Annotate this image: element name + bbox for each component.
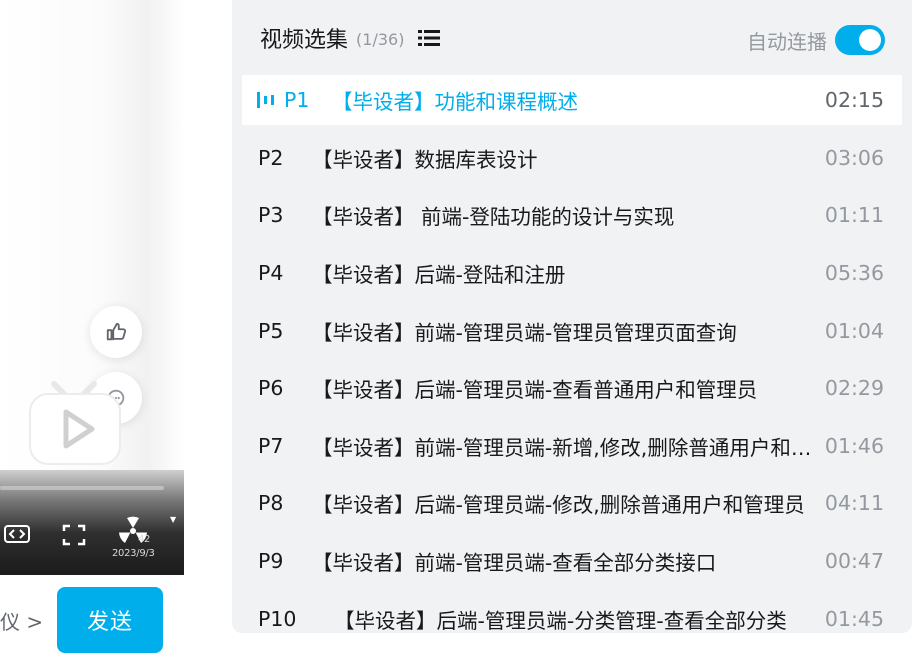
- episode-duration: 03:06: [824, 145, 884, 170]
- episode-number: P1: [284, 88, 310, 112]
- episode-duration: 04:11: [824, 491, 884, 516]
- progress-bar[interactable]: [0, 486, 164, 490]
- playlist-count: (1/36): [356, 30, 405, 49]
- fullscreen-icon: [62, 524, 86, 546]
- episode-item[interactable]: P3 【毕设者】 前端-登陆功能的设计与实现 01:11: [242, 187, 902, 245]
- video-player[interactable]: ▼ 42 2023/9/3: [0, 0, 184, 575]
- episode-number: P5: [258, 318, 284, 343]
- toggle-knob: [859, 29, 881, 51]
- playlist-title: 视频选集: [260, 28, 349, 53]
- episode-title: 【毕设者】后端-管理员端-分类管理-查看全部分类: [334, 608, 787, 633]
- episode-item-active[interactable]: P1 【毕设者】功能和课程概述 02:15: [242, 75, 902, 125]
- autoplay-toggle[interactable]: [835, 25, 885, 55]
- episode-title: 【毕设者】 前端-登陆功能的设计与实现: [312, 205, 675, 230]
- episode-number: P4: [258, 260, 284, 285]
- hint-text: 仪 >: [0, 609, 44, 634]
- episode-duration: 02:29: [824, 376, 884, 401]
- episode-item[interactable]: P7 【毕设者】前端-管理员端-新增,修改,删除普通用户和管理员 01:46: [242, 417, 902, 475]
- thumbs-up-icon: [106, 322, 127, 341]
- episode-title: 【毕设者】功能和课程概述: [332, 90, 578, 114]
- episode-title: 【毕设者】后端-登陆和注册: [312, 262, 566, 287]
- fullscreen-button[interactable]: [60, 522, 88, 548]
- episode-item[interactable]: P6 【毕设者】后端-管理员端-查看普通用户和管理员 02:29: [242, 359, 902, 417]
- episode-item[interactable]: P4 【毕设者】后端-登陆和注册 05:36: [242, 244, 902, 302]
- episode-title: 【毕设者】前端-管理员端-管理员管理页面查询: [312, 320, 737, 345]
- episode-duration: 01:45: [824, 606, 884, 631]
- episode-list: P1 【毕设者】功能和课程概述 02:15 P2 【毕设者】数据库表设计 03:…: [242, 75, 902, 633]
- episode-item[interactable]: P10 【毕设者】后端-管理员端-分类管理-查看全部分类 01:45: [242, 590, 902, 633]
- episode-number: P9: [258, 548, 284, 573]
- episode-duration: 02:15: [824, 88, 884, 112]
- like-button[interactable]: [90, 306, 142, 358]
- episode-number: P8: [258, 491, 284, 516]
- autoplay-control: 自动连播: [747, 24, 885, 56]
- code-icon: [4, 525, 30, 543]
- overlay-number: 42: [138, 534, 151, 545]
- episode-title: 【毕设者】前端-管理员端-查看全部分类接口: [312, 550, 717, 575]
- episode-title: 【毕设者】后端-管理员端-修改,删除普通用户和管理员: [312, 493, 805, 518]
- episode-title: 【毕设者】后端-管理员端-查看普通用户和管理员: [312, 378, 758, 403]
- code-toggle-button[interactable]: [2, 522, 32, 546]
- playlist-header: 视频选集 (1/36) 自动连播: [232, 0, 912, 76]
- episode-duration: 00:47: [824, 548, 884, 573]
- episode-number: P3: [258, 203, 284, 228]
- episode-number: P7: [258, 433, 284, 458]
- episode-item[interactable]: P9 【毕设者】前端-管理员端-查看全部分类接口 00:47: [242, 532, 902, 590]
- more-caret-icon[interactable]: ▼: [170, 515, 176, 524]
- episode-item[interactable]: P8 【毕设者】后端-管理员端-修改,删除普通用户和管理员 04:11: [242, 475, 902, 533]
- date-text: 2023/9/3: [112, 548, 155, 559]
- playing-bars-icon: [257, 92, 274, 108]
- episode-title: 【毕设者】数据库表设计: [312, 147, 538, 172]
- episode-item[interactable]: P5 【毕设者】前端-管理员端-管理员管理页面查询 01:04: [242, 302, 902, 360]
- list-view-icon[interactable]: [418, 29, 441, 47]
- episode-duration: 01:04: [824, 318, 884, 343]
- episode-duration: 01:11: [824, 203, 884, 228]
- date-stamp: 42 2023/9/3: [112, 534, 155, 559]
- episode-title: 【毕设者】前端-管理员端-新增,修改,删除普通用户和管理员: [312, 435, 822, 460]
- episode-item[interactable]: P2 【毕设者】数据库表设计 03:06: [242, 129, 902, 187]
- episode-number: P10: [258, 606, 297, 631]
- send-button[interactable]: 发送: [57, 587, 163, 653]
- episode-number: P2: [258, 145, 284, 170]
- episode-number: P6: [258, 376, 284, 401]
- tv-play-logo-icon: [29, 381, 121, 465]
- episode-duration: 01:46: [824, 433, 884, 458]
- playlist-panel: 视频选集 (1/36) 自动连播 P1 【毕设者】功能和课程概述 02:15 P…: [232, 0, 912, 633]
- episode-duration: 05:36: [824, 260, 884, 285]
- autoplay-label: 自动连播: [747, 29, 827, 54]
- comment-input-hint[interactable]: 仪 >: [0, 600, 50, 640]
